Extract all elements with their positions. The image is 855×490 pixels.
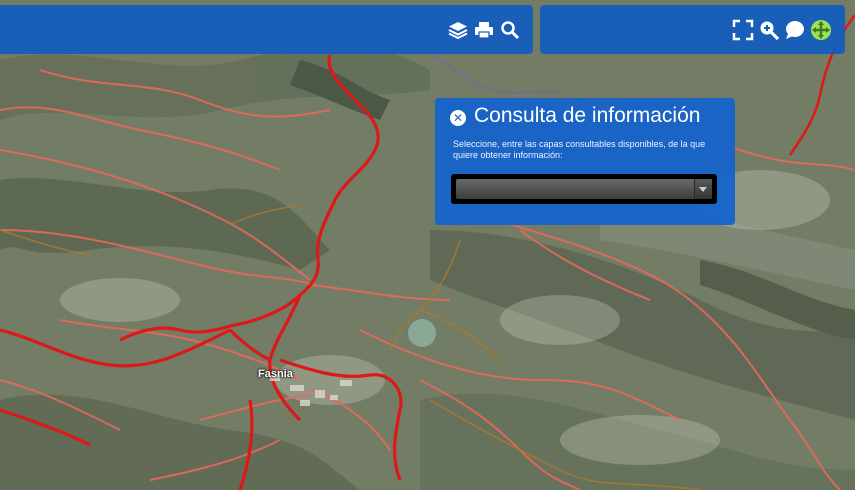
map-tools-toolbar [540,5,845,54]
close-icon[interactable]: ✕ [450,110,466,126]
info-query-panel: ✕ Consulta de información Seleccione, en… [435,98,735,225]
layers-icon[interactable] [447,19,469,41]
layer-select-box[interactable] [456,179,712,199]
chevron-down-icon[interactable] [694,179,712,199]
satellite-map[interactable] [0,0,855,490]
panel-description: Seleccione, entre las capas consultables… [453,139,706,160]
print-icon[interactable] [473,19,495,41]
panel-title: Consulta de información [474,104,701,127]
layer-select[interactable] [451,174,717,204]
place-label-fasnia: Fasnia [258,368,293,380]
info-bubble-icon[interactable] [784,19,806,41]
zoom-in-icon[interactable] [758,19,780,41]
fullscreen-icon[interactable] [732,19,754,41]
pan-icon[interactable] [810,19,832,41]
main-toolbar [0,5,533,54]
reservoir [408,319,436,347]
search-icon[interactable] [499,19,521,41]
